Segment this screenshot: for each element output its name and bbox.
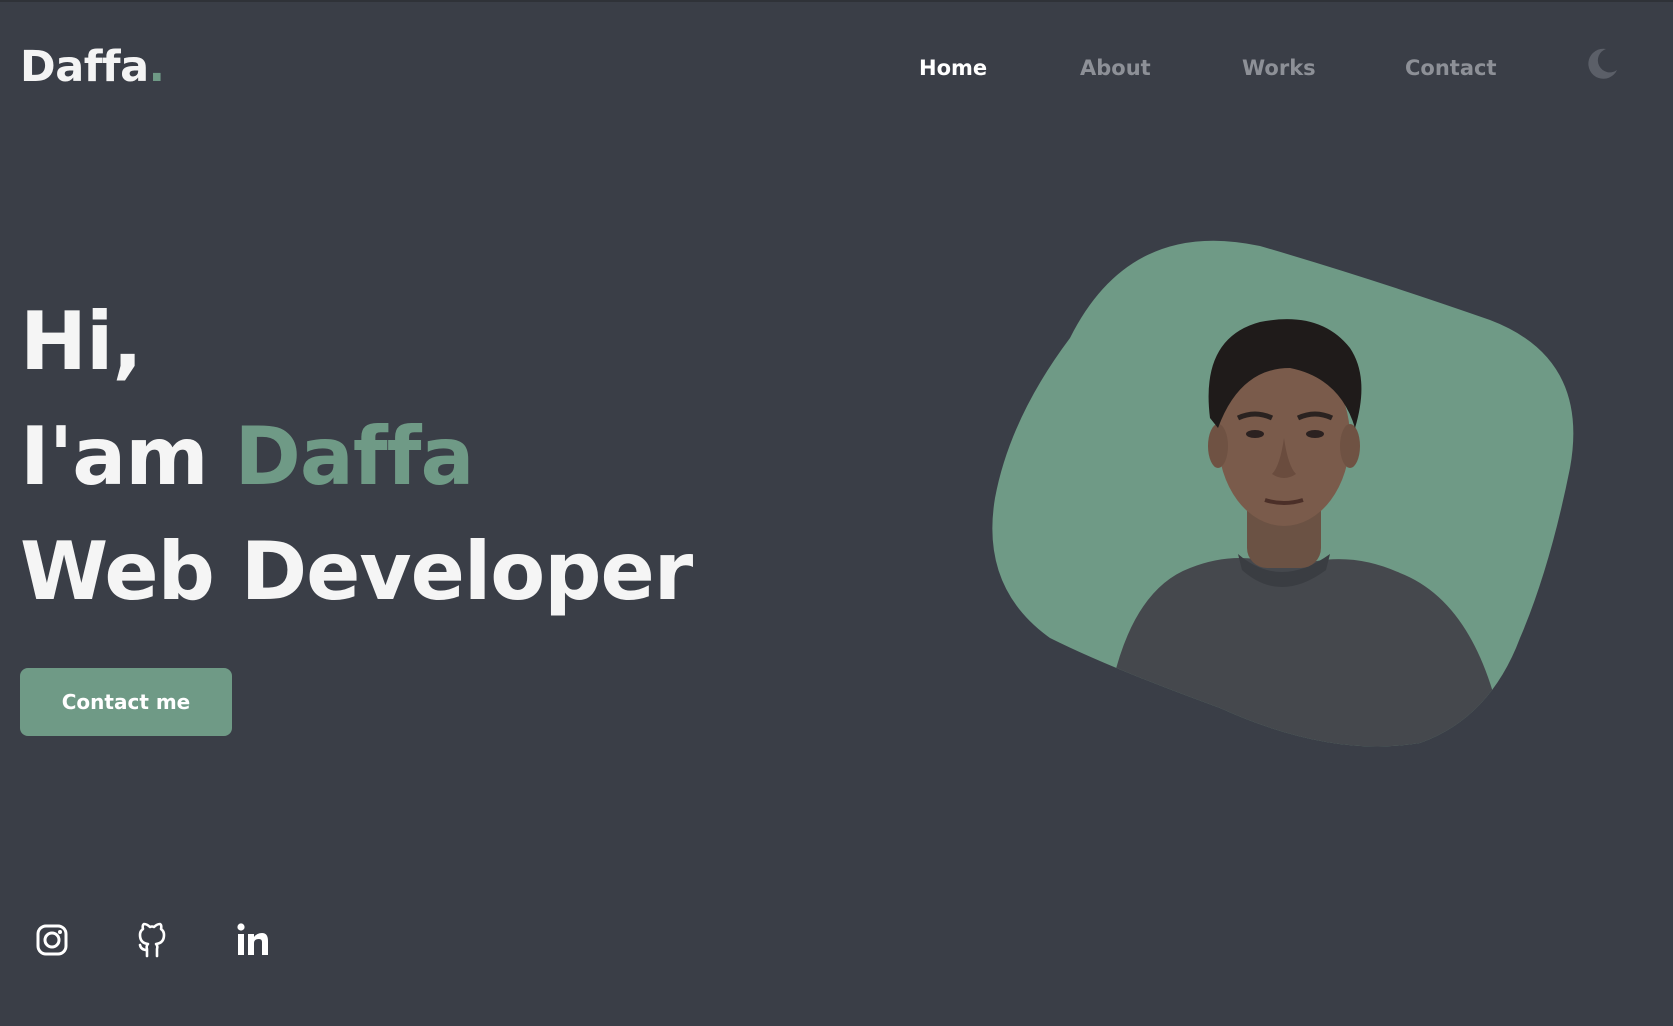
- nav-contact-link[interactable]: Contact: [1405, 56, 1497, 80]
- hero-greeting: Hi,: [20, 295, 143, 388]
- instagram-icon: [36, 924, 68, 956]
- hero-intro: I'am Daffa: [20, 399, 692, 514]
- profile-portrait: [992, 240, 1574, 747]
- github-icon: [138, 922, 166, 958]
- nav-works-link[interactable]: Works: [1242, 56, 1316, 80]
- main-nav: Home About Works Contact: [0, 56, 1673, 84]
- linkedin-icon: [237, 923, 268, 955]
- social-links: [32, 920, 282, 962]
- nav-home-link[interactable]: Home: [919, 56, 987, 80]
- hero-role: Web Developer: [20, 525, 693, 618]
- hero-intro-prefix: I'am: [20, 410, 209, 503]
- hero-section: Hi, I'am Daffa Web Developer: [20, 284, 693, 629]
- nav-about-link[interactable]: About: [1080, 56, 1151, 80]
- instagram-link[interactable]: [32, 920, 72, 960]
- hero-intro-name: Daffa: [234, 410, 474, 503]
- linkedin-link[interactable]: [232, 920, 272, 960]
- contact-me-button[interactable]: Contact me: [20, 668, 232, 736]
- page: Daffa. Home About Works Contact Hi, I'am…: [0, 0, 1673, 1026]
- moon-icon: [1588, 48, 1617, 79]
- github-link[interactable]: [132, 920, 172, 960]
- theme-toggle-button[interactable]: [1584, 46, 1620, 82]
